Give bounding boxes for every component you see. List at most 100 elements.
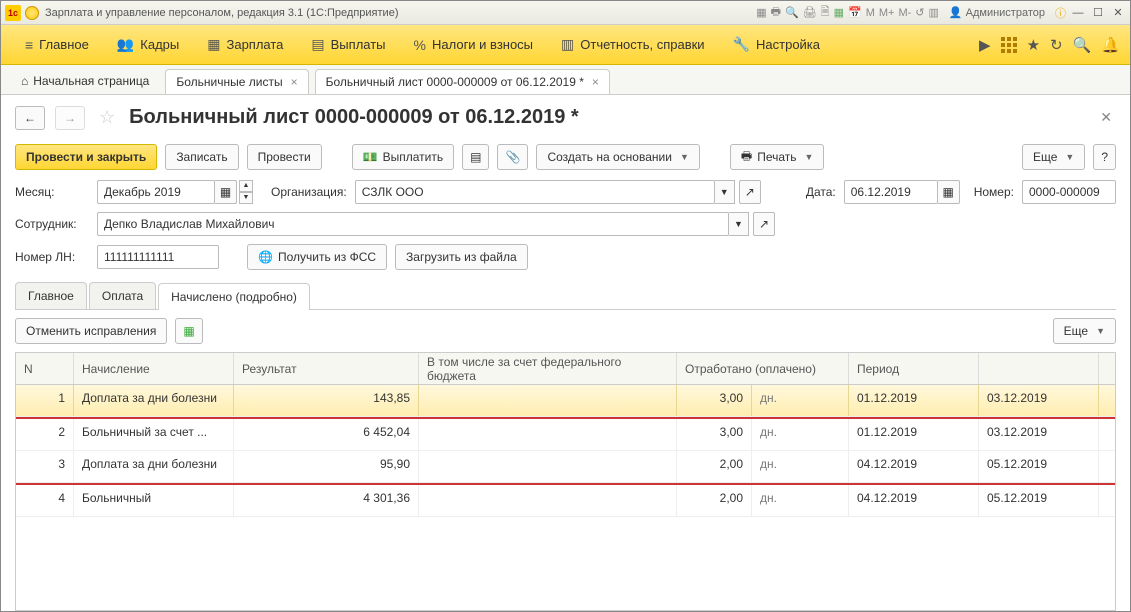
ln-field[interactable]: 111111111111 bbox=[97, 245, 219, 269]
undo-fixes-button[interactable]: Отменить исправления bbox=[15, 318, 167, 344]
nav-forward-button[interactable]: → bbox=[55, 106, 85, 130]
tab-sick-leave-doc[interactable]: Больничный лист 0000-000009 от 06.12.201… bbox=[315, 69, 610, 94]
tb-tool-icon[interactable]: ▦ bbox=[756, 6, 766, 19]
menu-salary-label: Зарплата bbox=[226, 37, 283, 52]
close-icon[interactable]: × bbox=[291, 75, 298, 89]
menu-taxes-label: Налоги и взносы bbox=[432, 37, 533, 52]
employee-dropdown-button[interactable]: ▼ bbox=[729, 212, 749, 236]
employee-open-button[interactable]: ↗ bbox=[753, 212, 775, 236]
date-calendar-button[interactable]: ▦ bbox=[938, 180, 960, 204]
cell-accrual: Больничный bbox=[74, 485, 234, 516]
org-open-button[interactable]: ↗ bbox=[739, 180, 761, 204]
mplus-mark[interactable]: M+ bbox=[879, 7, 895, 19]
create-on-basis-button[interactable]: Создать на основании▼ bbox=[536, 144, 699, 170]
menu-payments[interactable]: ▤Выплаты bbox=[297, 25, 399, 64]
calendar-icon: ▦ bbox=[943, 185, 954, 199]
col-period[interactable]: Период bbox=[849, 353, 979, 384]
doc-content: ← → ☆ Больничный лист 0000-000009 от 06.… bbox=[1, 95, 1130, 611]
col-federal[interactable]: В том числе за счет федерального бюджета bbox=[419, 353, 677, 384]
cell-unit: дн. bbox=[752, 451, 849, 482]
grid-icon[interactable]: ▥ bbox=[929, 6, 939, 19]
apps-icon[interactable] bbox=[1001, 37, 1017, 53]
admin-label: Администратор bbox=[966, 7, 1045, 19]
col-worked[interactable]: Отработано (оплачено) bbox=[677, 353, 849, 384]
save-button[interactable]: Записать bbox=[165, 144, 238, 170]
info-icon[interactable]: ⓘ bbox=[1055, 5, 1066, 21]
col-accrual[interactable]: Начисление bbox=[74, 353, 234, 384]
minimize-button[interactable]: — bbox=[1070, 7, 1086, 19]
star-icon[interactable]: ★ bbox=[1027, 36, 1040, 54]
more-button[interactable]: Еще▼ bbox=[1022, 144, 1085, 170]
m-mark[interactable]: M bbox=[866, 7, 875, 19]
month-down-button[interactable]: ▼ bbox=[239, 192, 253, 204]
titlebar-tools: ▦ 🖶 🔍 🖨 🗎 ▦ 📅 M M+ M- ↺ ▥ 👤 Администрато… bbox=[756, 3, 1126, 22]
doc-icon[interactable]: 🗎 bbox=[821, 3, 830, 22]
pay-button[interactable]: 💵Выплатить bbox=[352, 144, 454, 170]
month-up-button[interactable]: ▲ bbox=[239, 180, 253, 192]
col-period-to[interactable] bbox=[979, 353, 1099, 384]
table-row[interactable]: 4Больничный4 301,362,00дн.04.12.201905.1… bbox=[16, 485, 1115, 517]
post-and-close-button[interactable]: Провести и закрыть bbox=[15, 144, 157, 170]
tab-accrued-detail[interactable]: Начислено (подробно) bbox=[158, 283, 310, 310]
org-field[interactable]: СЗЛК ООО bbox=[355, 180, 715, 204]
load-from-file-button[interactable]: Загрузить из файла bbox=[395, 244, 528, 270]
grid-more-button[interactable]: Еще▼ bbox=[1053, 318, 1116, 344]
clock-back-icon[interactable]: ↺ bbox=[915, 6, 924, 19]
col-n[interactable]: N bbox=[16, 353, 74, 384]
cell-worked: 3,00 bbox=[677, 419, 752, 450]
calendar31-icon[interactable]: 📅 bbox=[848, 6, 862, 19]
table-row[interactable]: 2Больничный за счет ...6 452,043,00дн.01… bbox=[16, 419, 1115, 451]
print-button[interactable]: 🖶Печать▼ bbox=[730, 144, 825, 170]
history-icon[interactable]: ↻ bbox=[1050, 36, 1063, 54]
post-button[interactable]: Провести bbox=[247, 144, 322, 170]
menu-salary[interactable]: ▦Зарплата bbox=[193, 25, 297, 64]
month-field[interactable]: Декабрь 2019 bbox=[97, 180, 215, 204]
menu-hr[interactable]: 👥Кадры bbox=[103, 25, 193, 64]
calendar-icon[interactable]: ▦ bbox=[834, 6, 844, 19]
tab-payment[interactable]: Оплата bbox=[89, 282, 156, 309]
bell-icon[interactable]: 🔔 bbox=[1101, 36, 1120, 54]
table-row[interactable]: 1Доплата за дни болезни143,853,00дн.01.1… bbox=[16, 385, 1115, 417]
number-field[interactable]: 0000-000009 bbox=[1022, 180, 1116, 204]
list-button[interactable]: ▤ bbox=[462, 144, 489, 170]
help-button[interactable]: ? bbox=[1093, 144, 1116, 170]
print-icon[interactable]: 🖶 bbox=[771, 3, 781, 22]
org-dropdown-button[interactable]: ▼ bbox=[715, 180, 735, 204]
col-result[interactable]: Результат bbox=[234, 353, 419, 384]
close-icon[interactable]: × bbox=[592, 75, 599, 89]
cell-period-from: 01.12.2019 bbox=[849, 419, 979, 450]
play-icon[interactable]: ▶ bbox=[979, 36, 991, 54]
month-label: Месяц: bbox=[15, 185, 89, 199]
user-badge[interactable]: 👤 Администратор bbox=[949, 6, 1045, 19]
maximize-button[interactable]: ☐ bbox=[1090, 6, 1106, 19]
mminus-mark[interactable]: M- bbox=[898, 7, 911, 19]
menu-hamburger[interactable]: ≡Главное bbox=[11, 25, 103, 64]
employee-field[interactable]: Депко Владислав Михайлович bbox=[97, 212, 729, 236]
nav-back-button[interactable]: ← bbox=[15, 106, 45, 130]
home-tab[interactable]: ⌂ Начальная страница bbox=[11, 68, 159, 94]
menu-settings[interactable]: 🔧Настройка bbox=[719, 25, 834, 64]
grid-cards-button[interactable]: ▦ bbox=[175, 318, 202, 344]
tab-main[interactable]: Главное bbox=[15, 282, 87, 309]
cell-federal bbox=[419, 419, 677, 450]
month-calendar-button[interactable]: ▦ bbox=[215, 180, 237, 204]
close-doc-button[interactable]: ✕ bbox=[1096, 105, 1116, 130]
table-row[interactable]: 3Доплата за дни болезни95,902,00дн.04.12… bbox=[16, 451, 1115, 483]
search-icon[interactable]: 🔍 bbox=[785, 6, 799, 19]
tab-sick-leaves[interactable]: Больничные листы × bbox=[165, 69, 308, 94]
menu-taxes[interactable]: %Налоги и взносы bbox=[400, 25, 548, 64]
search-icon-menu[interactable]: 🔍 bbox=[1073, 36, 1092, 54]
menu-reports[interactable]: ▥Отчетность, справки bbox=[547, 25, 719, 64]
date-field[interactable]: 06.12.2019 bbox=[844, 180, 938, 204]
attach-button[interactable]: 📎 bbox=[497, 144, 528, 170]
cell-period-from: 04.12.2019 bbox=[849, 451, 979, 482]
create-on-basis-label: Создать на основании bbox=[547, 150, 672, 164]
favorite-star-icon[interactable]: ☆ bbox=[99, 107, 115, 128]
list-icon: ▤ bbox=[470, 150, 481, 164]
globe-icon: 🌐 bbox=[258, 250, 273, 264]
menu-payments-label: Выплаты bbox=[331, 37, 386, 52]
close-window-button[interactable]: ✕ bbox=[1110, 6, 1126, 19]
get-from-fss-button[interactable]: 🌐Получить из ФСС bbox=[247, 244, 387, 270]
history-dropdown-icon[interactable] bbox=[25, 6, 39, 20]
printer2-icon[interactable]: 🖨 bbox=[803, 6, 817, 19]
